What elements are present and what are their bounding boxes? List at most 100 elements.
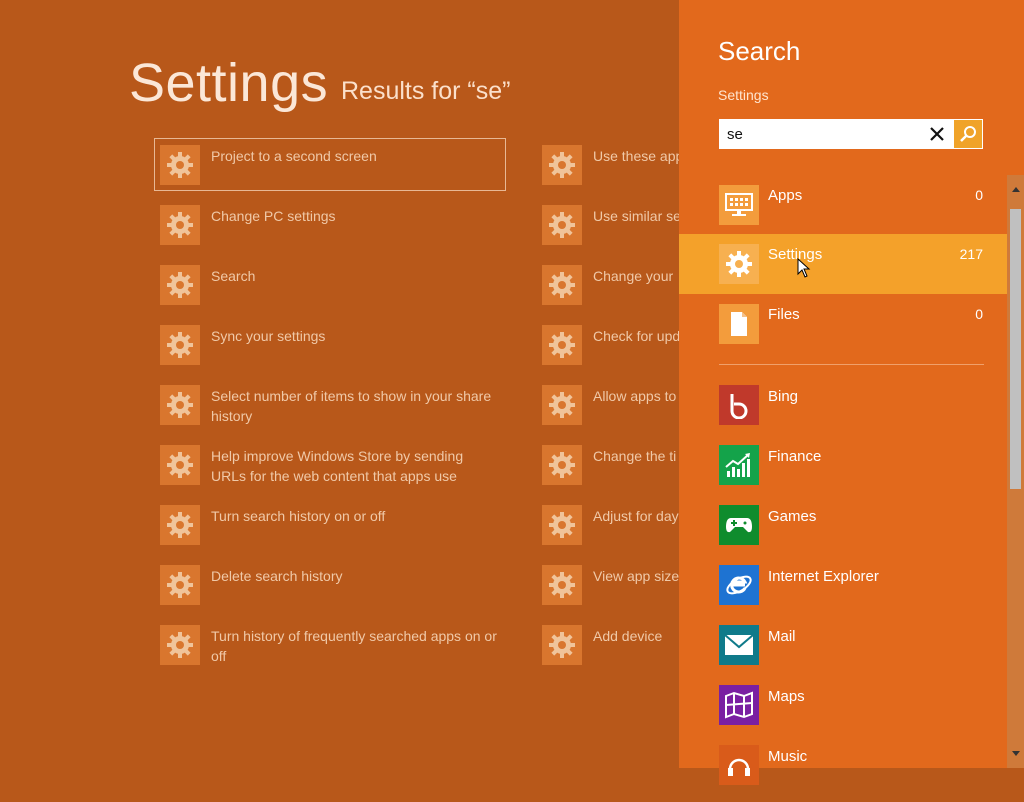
category-count: 0 — [975, 306, 983, 322]
app-item-finance[interactable]: Finance — [679, 442, 1007, 502]
result-item[interactable]: Add device — [536, 618, 679, 678]
settings-results-area: Settings Results for “se” Project to a s… — [0, 0, 679, 768]
gear-icon — [160, 505, 200, 545]
app-name: Finance — [768, 448, 822, 465]
chevron-up-icon — [1011, 187, 1020, 192]
app-name: Mail — [768, 628, 796, 645]
result-item[interactable]: Use similar se — [536, 198, 679, 258]
category-count: 217 — [959, 246, 983, 262]
gear-icon — [542, 385, 582, 425]
gear-icon — [542, 505, 582, 545]
category-settings[interactable]: Settings 217 — [679, 234, 1007, 294]
clear-search-button[interactable] — [925, 122, 949, 146]
page-title: Settings — [129, 53, 329, 113]
result-item[interactable]: Turn search history on or off — [154, 498, 506, 558]
result-label: Use these app — [593, 148, 679, 164]
maps-icon — [719, 685, 759, 725]
gear-icon — [542, 205, 582, 245]
search-input[interactable] — [719, 119, 919, 149]
result-item[interactable]: Help improve Windows Store by sending UR… — [154, 438, 506, 498]
app-name: Music — [768, 748, 808, 765]
app-item-bing[interactable]: Bing — [679, 382, 1007, 442]
gear-icon — [160, 205, 200, 245]
scrollbar[interactable] — [1007, 175, 1024, 768]
category-apps[interactable]: Apps 0 — [679, 175, 1007, 235]
gear-icon — [542, 325, 582, 365]
gear-icon — [160, 385, 200, 425]
result-item[interactable]: Adjust for day automatically — [536, 498, 679, 558]
results-column-left: Project to a second screen Change PC set… — [154, 138, 506, 678]
gear-icon — [160, 145, 200, 185]
search-icon — [960, 126, 976, 142]
apps-icon — [719, 185, 759, 225]
app-item-internet-explorer[interactable]: Internet Explorer — [679, 562, 1007, 622]
result-item[interactable]: Change PC settings — [154, 198, 506, 258]
gear-icon — [542, 445, 582, 485]
mail-icon — [719, 625, 759, 665]
gear-icon — [160, 625, 200, 665]
gear-icon — [542, 565, 582, 605]
result-item[interactable]: Turn history of frequently searched apps… — [154, 618, 506, 678]
category-name: Apps — [768, 187, 803, 204]
category-name: Files — [768, 306, 800, 323]
scroll-up-button[interactable] — [1007, 175, 1024, 203]
result-item[interactable]: Use these app — [536, 138, 679, 198]
result-label: Select number of items to show in your s… — [211, 388, 492, 424]
result-label: Use similar se — [593, 208, 679, 224]
app-item-games[interactable]: Games — [679, 502, 1007, 562]
result-item[interactable]: Check for upd — [536, 318, 679, 378]
gear-icon — [160, 565, 200, 605]
result-item[interactable]: View app size — [536, 558, 679, 618]
result-label: Search — [211, 268, 256, 284]
finance-icon — [719, 445, 759, 485]
app-name: Maps — [768, 688, 805, 705]
result-label: Change the ti — [593, 448, 677, 464]
result-label: Add device — [593, 628, 663, 644]
result-label: Change PC settings — [211, 208, 336, 224]
result-label: Check for upd — [593, 328, 679, 344]
result-item[interactable]: Delete search history — [154, 558, 506, 618]
result-item[interactable]: Change your — [536, 258, 679, 318]
gear-icon — [160, 325, 200, 365]
result-label: Help improve Windows Store by sending UR… — [211, 448, 464, 484]
scroll-down-button[interactable] — [1007, 740, 1024, 768]
result-label: Adjust for day automatically — [593, 508, 679, 524]
games-icon — [719, 505, 759, 545]
result-label: View app size — [593, 568, 679, 584]
search-scope-label: Settings — [718, 87, 769, 103]
result-item[interactable]: Search — [154, 258, 506, 318]
result-item[interactable]: Allow apps to — [536, 378, 679, 438]
internet-explorer-icon — [719, 565, 759, 605]
result-item[interactable]: Select number of items to show in your s… — [154, 378, 506, 438]
app-item-maps[interactable]: Maps — [679, 682, 1007, 742]
result-label: Change your — [593, 268, 674, 284]
result-label: Allow apps to — [593, 388, 677, 404]
divider — [719, 364, 984, 365]
app-name: Games — [768, 508, 817, 525]
app-name: Bing — [768, 388, 799, 405]
app-item-mail[interactable]: Mail — [679, 622, 1007, 682]
result-label: Turn history of frequently searched apps… — [211, 628, 497, 664]
app-item-music[interactable]: Music — [679, 742, 1007, 802]
category-files[interactable]: Files 0 — [679, 294, 1007, 354]
music-icon — [719, 745, 759, 785]
result-label: Delete search history — [211, 568, 343, 584]
gear-icon — [542, 145, 582, 185]
close-icon — [930, 127, 944, 141]
result-label: Sync your settings — [211, 328, 326, 344]
file-icon — [719, 304, 759, 344]
mouse-cursor-icon — [797, 258, 811, 278]
search-pane: Search Settings Apps 0 Settings 217 File… — [679, 0, 1024, 785]
scroll-thumb[interactable] — [1010, 209, 1021, 489]
gear-icon — [542, 265, 582, 305]
gear-icon — [542, 625, 582, 665]
result-item[interactable]: Change the ti — [536, 438, 679, 498]
app-name: Internet Explorer — [768, 568, 879, 585]
result-item[interactable]: Project to a second screen — [154, 138, 506, 191]
search-box — [719, 119, 983, 149]
gear-icon — [160, 265, 200, 305]
search-button[interactable] — [954, 120, 982, 148]
result-item[interactable]: Sync your settings — [154, 318, 506, 378]
result-label: Turn search history on or off — [211, 508, 386, 524]
bing-icon — [719, 385, 759, 425]
